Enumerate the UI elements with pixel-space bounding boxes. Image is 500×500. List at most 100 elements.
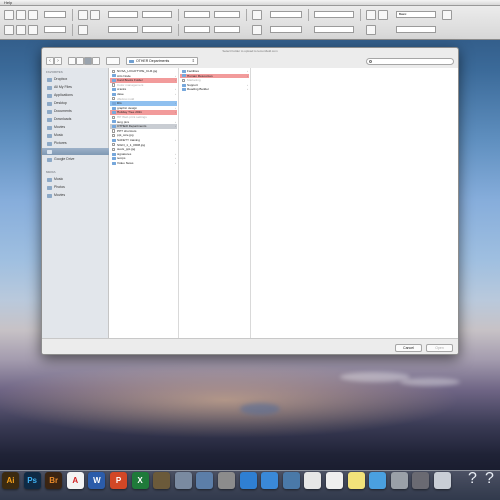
network-icon[interactable] <box>390 472 408 489</box>
folder-row[interactable]: Video News › <box>110 161 177 165</box>
sidebar-item[interactable]: Movies <box>46 124 108 131</box>
paragraph-style-field[interactable] <box>314 26 354 33</box>
sidebar-item[interactable]: Movies <box>46 192 108 199</box>
calendar-icon[interactable] <box>304 472 322 489</box>
row-label: signatures <box>117 151 132 156</box>
preview-icon[interactable] <box>174 472 192 489</box>
panel-button[interactable] <box>442 10 452 20</box>
transform-button[interactable] <box>252 10 262 20</box>
sidebar-item[interactable]: Downloads <box>46 116 108 123</box>
folder-row[interactable]: Reading Builder › <box>180 87 249 91</box>
sidebar-item[interactable]: Desktop <box>46 100 108 107</box>
divider <box>178 9 179 21</box>
word-icon[interactable]: W <box>88 472 106 489</box>
sidebar-item-label: Music <box>54 133 64 137</box>
forward-button[interactable]: › <box>54 57 62 65</box>
open-button[interactable]: Open <box>426 344 453 352</box>
stickies-icon[interactable] <box>347 472 365 489</box>
powerpoint-icon[interactable]: P <box>110 472 127 489</box>
selection-tool-button[interactable] <box>4 10 14 20</box>
back-button[interactable]: ‹ <box>46 57 54 65</box>
bridge-icon[interactable]: Br <box>45 472 63 489</box>
chevron-right-icon: › <box>175 161 176 165</box>
help-icon[interactable]: ? <box>468 470 477 488</box>
itunes-icon[interactable] <box>239 472 257 489</box>
opacity-field[interactable] <box>396 26 436 33</box>
cover-flow-button[interactable] <box>92 57 100 65</box>
pencil-tool-button[interactable] <box>16 25 26 35</box>
font-size-field[interactable] <box>270 11 302 18</box>
zoom-field[interactable]: Basic <box>396 11 436 18</box>
stroke-weight-field[interactable] <box>44 26 66 33</box>
sidebar-item[interactable]: Applications <box>46 92 108 99</box>
rotate-button[interactable] <box>78 25 88 35</box>
row-label: Card Books Folder <box>117 78 143 83</box>
row-label: SIGN_1_1_0908.jpg <box>117 142 146 147</box>
folder-icon <box>181 83 186 87</box>
photoshop-icon[interactable]: Ps <box>23 472 41 489</box>
sidebar-item-label: Google Drive <box>54 157 75 161</box>
x-field[interactable] <box>108 11 138 18</box>
align-left-button[interactable] <box>78 10 88 20</box>
width-field[interactable] <box>184 11 210 18</box>
stroke-field[interactable] <box>44 11 66 18</box>
direct-select-button[interactable] <box>16 10 26 20</box>
sidebar-item[interactable]: Pictures <box>46 140 108 147</box>
sidebar-item-label: Photos <box>54 185 65 189</box>
excel-icon[interactable]: X <box>131 472 149 489</box>
icon-view-button[interactable] <box>68 57 76 65</box>
illustrator-icon[interactable]: Ai <box>2 472 19 489</box>
cloud <box>240 403 280 415</box>
style-field[interactable] <box>314 11 354 18</box>
sidebar-item[interactable]: Google Drive <box>46 156 108 163</box>
shear-field[interactable] <box>142 26 172 33</box>
time-machine-icon[interactable] <box>412 472 430 489</box>
file-icon <box>111 97 115 101</box>
row-label: dfsdcsc.indd <box>117 96 135 101</box>
arrange-button[interactable] <box>106 57 120 65</box>
system-prefs-icon[interactable] <box>218 472 235 489</box>
align-center-button[interactable] <box>90 10 100 20</box>
sidebar-item[interactable]: Documents <box>46 108 108 115</box>
scale-x-field[interactable] <box>184 26 210 33</box>
app-store-icon[interactable] <box>369 472 387 489</box>
list-view-button[interactable] <box>76 57 84 65</box>
flip-button[interactable] <box>252 25 262 35</box>
effects-button[interactable] <box>366 25 376 35</box>
search-field[interactable] <box>366 58 454 65</box>
textedit-icon[interactable] <box>326 472 343 489</box>
column-view-button[interactable] <box>84 57 92 65</box>
path-popup[interactable]: OTHER Departments ⇕ <box>126 57 198 65</box>
browser-column-2: Facilities › Human Resources › Marketing Supp… <box>179 68 251 338</box>
help-icon[interactable]: ? <box>485 470 494 488</box>
cancel-button[interactable]: Cancel <box>395 344 422 352</box>
scale-y-field[interactable] <box>214 26 240 33</box>
type-tool-button[interactable] <box>28 10 38 20</box>
trash-icon[interactable] <box>434 472 451 489</box>
sidebar-item[interactable] <box>42 148 109 155</box>
row-label: SAFETY training <box>117 138 140 142</box>
folder-icon <box>129 59 134 63</box>
row-label: dave <box>117 92 124 96</box>
stroke-style-button[interactable] <box>366 10 376 20</box>
finder-icon[interactable] <box>196 472 214 489</box>
sidebar-item[interactable]: Photos <box>46 184 108 191</box>
leading-field[interactable] <box>270 26 302 33</box>
sidebar-item[interactable]: Dropbox <box>46 76 108 83</box>
sidebar-item-label: Pictures <box>54 141 67 145</box>
photos-icon[interactable] <box>153 472 171 489</box>
height-field[interactable] <box>214 11 240 18</box>
sidebar-item-label: Movies <box>54 125 66 129</box>
sidebar-item[interactable]: All My Files <box>46 84 108 91</box>
path-label: OTHER Departments <box>136 59 170 63</box>
hand-tool-button[interactable] <box>28 25 38 35</box>
mail-icon[interactable] <box>282 472 300 489</box>
sidebar-item[interactable]: Music <box>46 176 108 183</box>
sidebar-item[interactable]: Music <box>46 132 108 139</box>
pen-tool-button[interactable] <box>4 25 14 35</box>
safari-icon[interactable] <box>261 472 279 489</box>
acrobat-icon[interactable]: A <box>66 472 84 489</box>
y-field[interactable] <box>142 11 172 18</box>
fill-button[interactable] <box>378 10 388 20</box>
angle-field[interactable] <box>108 26 138 33</box>
